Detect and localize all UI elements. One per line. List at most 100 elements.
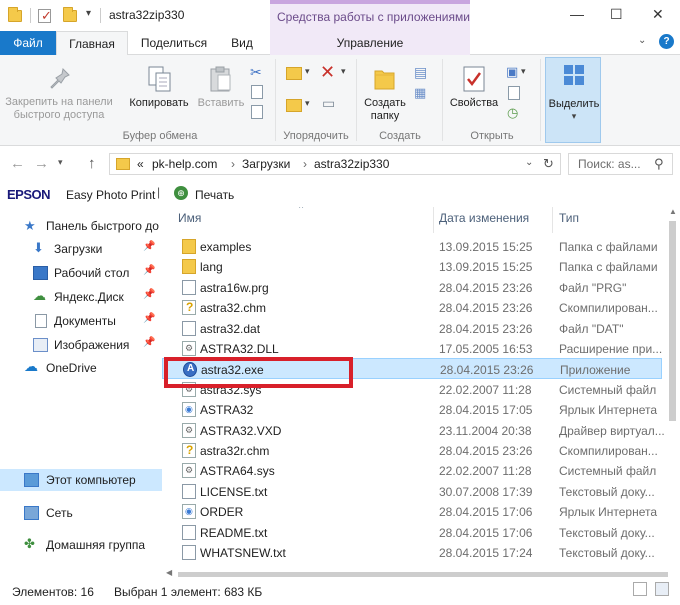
- back-arrow-icon[interactable]: ←: [10, 155, 25, 172]
- pin-quick-access-button[interactable]: Закрепить на панели быстрого доступа: [4, 63, 114, 127]
- column-divider[interactable]: [552, 207, 553, 233]
- file-row[interactable]: examples 13.09.2015 15:25 Папка с файлами: [162, 236, 662, 257]
- file-row[interactable]: ASTRA32.DLL 17.05.2005 16:53 Расширение пр…: [162, 338, 662, 359]
- column-header-type[interactable]: Тип: [559, 207, 659, 233]
- file-row[interactable]: WHATSNEW.txt 28.04.2015 17:24 Текстовый до…: [162, 542, 662, 563]
- horizontal-scrollbar[interactable]: ◀: [162, 568, 668, 579]
- new-folder-button[interactable]: Создать папку: [360, 63, 410, 127]
- file-row[interactable]: astra32.dat 28.04.2015 23:26 Файл "DAT": [162, 318, 662, 339]
- scrollbar-thumb[interactable]: [669, 221, 676, 421]
- nav-pictures[interactable]: Изображения 📌: [0, 334, 162, 356]
- large-icons-view-icon[interactable]: [655, 582, 669, 596]
- chevron-down-icon[interactable]: ⌄: [638, 35, 650, 47]
- vertical-scrollbar[interactable]: ▲: [665, 207, 680, 577]
- file-row[interactable]: astra16w.prg 28.04.2015 23:26 Файл "PRG": [162, 277, 662, 298]
- chevron-down-icon[interactable]: ▾: [305, 98, 310, 109]
- paste-button[interactable]: Вставить: [194, 63, 248, 127]
- file-row[interactable]: astra32.chm 28.04.2015 23:26 Скомпилирован…: [162, 297, 662, 318]
- address-bar[interactable]: « pk-help.com › Загрузки › astra32zip330…: [109, 153, 561, 175]
- scroll-left-icon[interactable]: ◀: [166, 568, 172, 577]
- column-header-name[interactable]: Имя ^: [178, 207, 433, 233]
- easy-access-icon[interactable]: ▦: [414, 85, 426, 101]
- minimize-button[interactable]: —: [570, 6, 584, 22]
- select-button[interactable]: Выделить ▾: [545, 57, 601, 143]
- nav-downloads[interactable]: ⬇ Загрузки 📌: [0, 238, 162, 260]
- delete-icon[interactable]: ✕: [320, 62, 335, 83]
- print-icon[interactable]: ⊕: [174, 186, 188, 200]
- copy-to-icon[interactable]: [286, 99, 302, 112]
- open-icon[interactable]: ▣: [506, 64, 518, 80]
- chevron-down-icon[interactable]: ▾: [305, 66, 310, 77]
- forward-arrow-icon[interactable]: →: [34, 155, 49, 172]
- toolbar-separator: |: [157, 185, 161, 199]
- epson-logo: EPSON: [7, 187, 51, 202]
- file-row[interactable]: ASTRA32.VXD 23.11.2004 20:38 Драйвер вирту…: [162, 420, 665, 441]
- refresh-icon[interactable]: ↻: [543, 156, 554, 172]
- file-row[interactable]: ORDER 28.04.2015 17:06 Ярлык Интернета: [162, 501, 662, 522]
- chevron-down-icon[interactable]: ⌄: [525, 157, 533, 168]
- rename-icon[interactable]: ▭: [322, 95, 335, 112]
- edit-icon[interactable]: [508, 86, 520, 100]
- paste-shortcut-icon[interactable]: [251, 105, 263, 119]
- properties-icon[interactable]: [38, 8, 52, 24]
- select-label: Выделить: [548, 98, 600, 110]
- quick-access-dropdown-icon[interactable]: ▾: [86, 8, 91, 19]
- folder-icon[interactable]: [8, 7, 22, 22]
- copy-button[interactable]: Копировать: [124, 63, 194, 127]
- up-arrow-icon[interactable]: ↑: [88, 155, 96, 172]
- hscrollbar-thumb[interactable]: [178, 572, 668, 577]
- ribbon-tabs: Файл Главная Поделиться Вид Управление: [0, 31, 680, 56]
- close-button[interactable]: ✕: [652, 6, 664, 23]
- print-button[interactable]: Печать: [195, 188, 234, 202]
- file-row[interactable]: astra32r.chm 28.04.2015 23:26 Скомпилирова…: [162, 440, 662, 461]
- details-view-icon[interactable]: [633, 582, 647, 596]
- file-row[interactable]: ASTRA32 28.04.2015 17:05 Ярлык Интернета: [162, 399, 662, 420]
- nav-onedrive[interactable]: ☁ OneDrive: [0, 357, 162, 379]
- nav-network[interactable]: Сеть: [0, 502, 162, 524]
- new-item-icon[interactable]: ▤: [414, 64, 427, 81]
- nav-this-pc[interactable]: Этот компьютер: [0, 469, 162, 491]
- computer-icon: [24, 473, 39, 487]
- tab-view[interactable]: Вид: [222, 31, 262, 55]
- nav-documents[interactable]: Документы 📌: [0, 310, 162, 332]
- scroll-up-icon[interactable]: ▲: [669, 207, 677, 216]
- help-icon[interactable]: ?: [659, 34, 674, 49]
- move-to-icon[interactable]: [286, 67, 302, 80]
- breadcrumb-overflow[interactable]: «: [137, 157, 144, 171]
- file-row[interactable]: ASTRA64.sys 22.02.2007 11:28 Системный фай…: [162, 460, 662, 481]
- search-input[interactable]: Поиск: as... ⚲: [568, 153, 673, 175]
- breadcrumb-current[interactable]: astra32zip330: [314, 157, 389, 171]
- file-row[interactable]: LICENSE.txt 30.07.2008 17:39 Текстовый док…: [162, 481, 662, 502]
- file-date: 28.04.2015 17:06: [439, 505, 533, 520]
- history-icon[interactable]: ◷: [507, 105, 518, 121]
- nav-label: OneDrive: [46, 361, 97, 375]
- breadcrumb-pk-help[interactable]: pk-help.com: [152, 157, 217, 171]
- properties-button[interactable]: Свойства: [446, 63, 502, 127]
- file-date: 28.04.2015 23:26: [439, 301, 533, 316]
- breadcrumb-separator: ›: [303, 157, 307, 171]
- tab-manage[interactable]: Управление: [270, 31, 470, 55]
- chevron-down-icon[interactable]: ▾: [341, 66, 346, 77]
- file-row[interactable]: lang 13.09.2015 15:25 Папка с файлами: [162, 256, 662, 277]
- nav-desktop[interactable]: Рабочий стол 📌: [0, 262, 162, 284]
- cut-icon[interactable]: ✂: [250, 64, 262, 81]
- maximize-button[interactable]: ☐: [610, 6, 623, 23]
- breadcrumb-downloads[interactable]: Загрузки: [242, 157, 290, 171]
- nav-yandex-disk[interactable]: ☁ Яндекс.Диск 📌: [0, 286, 162, 308]
- tab-home[interactable]: Главная: [56, 31, 128, 56]
- column-header-date[interactable]: Дата изменения: [439, 207, 551, 233]
- copy-path-icon[interactable]: [251, 85, 263, 99]
- file-row[interactable]: README.txt 28.04.2015 17:06 Текстовый доку…: [162, 522, 662, 543]
- nav-homegroup[interactable]: ✤ Домашняя группа: [0, 534, 162, 556]
- column-divider[interactable]: [433, 207, 434, 233]
- file-date: 28.04.2015 17:05: [439, 403, 533, 418]
- nav-quick-access[interactable]: ★ Панель быстрого до: [0, 215, 162, 237]
- tab-file[interactable]: Файл: [0, 31, 56, 55]
- chevron-down-icon[interactable]: ▾: [521, 66, 526, 77]
- recent-locations-icon[interactable]: ▾: [58, 157, 63, 168]
- easy-photo-print-button[interactable]: Easy Photo Print: [66, 188, 155, 202]
- search-icon[interactable]: ⚲: [654, 156, 664, 172]
- new-folder-icon[interactable]: [63, 7, 77, 22]
- tab-share[interactable]: Поделиться: [134, 31, 214, 55]
- pictures-icon: [33, 338, 48, 352]
